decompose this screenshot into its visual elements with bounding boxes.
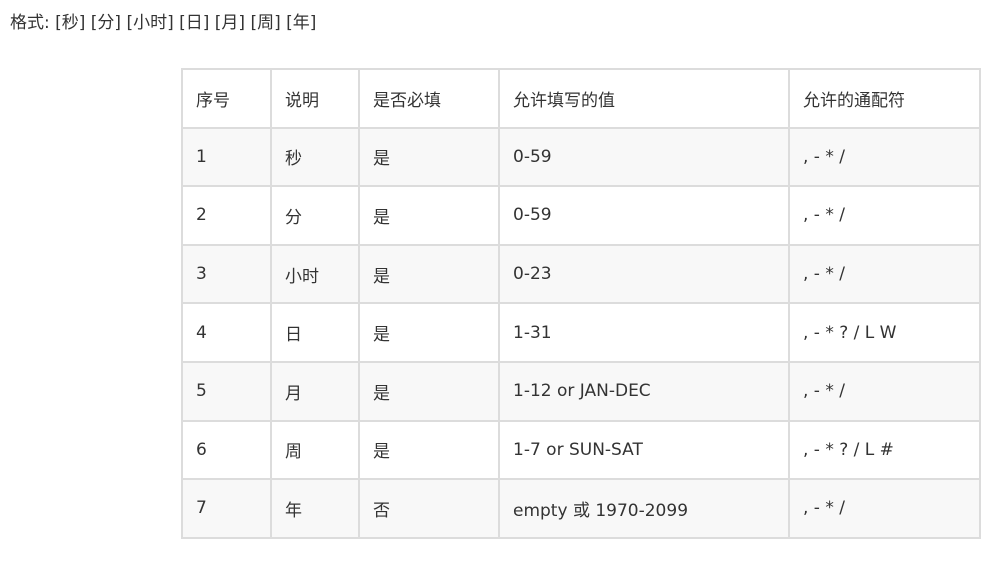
table-row: 1 秒 是 0-59 , - * /: [181, 126, 981, 188]
cell-description: 秒: [270, 126, 360, 188]
cell-required: 是: [358, 185, 500, 246]
table-row: 4 日 是 1-31 , - * ? / L W: [181, 302, 981, 363]
cell-allowed-wildcards: , - * /: [788, 478, 981, 539]
cell-allowed-values: 1-31: [498, 302, 790, 363]
cron-fields-table-container: 序号 说明 是否必填 允许填写的值 允许的通配符 1 秒 是 0-59 , - …: [181, 68, 981, 539]
cell-required: 是: [358, 419, 500, 481]
cell-description: 年: [270, 478, 360, 539]
cell-required: 是: [358, 302, 500, 363]
cell-required: 是: [358, 243, 500, 305]
cell-index: 5: [181, 360, 272, 422]
cell-allowed-wildcards: , - * /: [788, 360, 981, 422]
cell-allowed-wildcards: , - * ? / L W: [788, 302, 981, 363]
cell-description: 月: [270, 360, 360, 422]
table-row: 2 分 是 0-59 , - * /: [181, 185, 981, 246]
cell-index: 7: [181, 478, 272, 539]
table-row: 3 小时 是 0-23 , - * /: [181, 243, 981, 305]
table-row: 5 月 是 1-12 or JAN-DEC , - * /: [181, 360, 981, 422]
cell-description: 小时: [270, 243, 360, 305]
header-allowed-wildcards: 允许的通配符: [788, 68, 981, 129]
cell-allowed-values: 0-59: [498, 126, 790, 188]
cell-description: 日: [270, 302, 360, 363]
cell-allowed-values: 0-59: [498, 185, 790, 246]
header-required: 是否必填: [358, 68, 500, 129]
cell-description: 周: [270, 419, 360, 481]
cell-index: 2: [181, 185, 272, 246]
cell-allowed-values: 1-7 or SUN-SAT: [498, 419, 790, 481]
cell-allowed-values: empty 或 1970-2099: [498, 478, 790, 539]
cell-required: 是: [358, 360, 500, 422]
cell-index: 1: [181, 126, 272, 188]
cell-index: 3: [181, 243, 272, 305]
table-header-row: 序号 说明 是否必填 允许填写的值 允许的通配符: [181, 68, 981, 129]
table-row: 7 年 否 empty 或 1970-2099 , - * /: [181, 478, 981, 539]
cell-allowed-values: 1-12 or JAN-DEC: [498, 360, 790, 422]
header-description: 说明: [270, 68, 360, 129]
cell-required: 否: [358, 478, 500, 539]
cell-index: 6: [181, 419, 272, 481]
cell-allowed-wildcards: , - * /: [788, 243, 981, 305]
format-description: 格式: [秒] [分] [小时] [日] [月] [周] [年]: [10, 13, 317, 33]
cell-allowed-wildcards: , - * /: [788, 185, 981, 246]
table-row: 6 周 是 1-7 or SUN-SAT , - * ? / L #: [181, 419, 981, 481]
cell-index: 4: [181, 302, 272, 363]
cron-fields-table: 序号 说明 是否必填 允许填写的值 允许的通配符 1 秒 是 0-59 , - …: [181, 68, 981, 539]
header-allowed-values: 允许填写的值: [498, 68, 790, 129]
cell-description: 分: [270, 185, 360, 246]
cell-allowed-values: 0-23: [498, 243, 790, 305]
cell-required: 是: [358, 126, 500, 188]
header-index: 序号: [181, 68, 272, 129]
cell-allowed-wildcards: , - * /: [788, 126, 981, 188]
cell-allowed-wildcards: , - * ? / L #: [788, 419, 981, 481]
